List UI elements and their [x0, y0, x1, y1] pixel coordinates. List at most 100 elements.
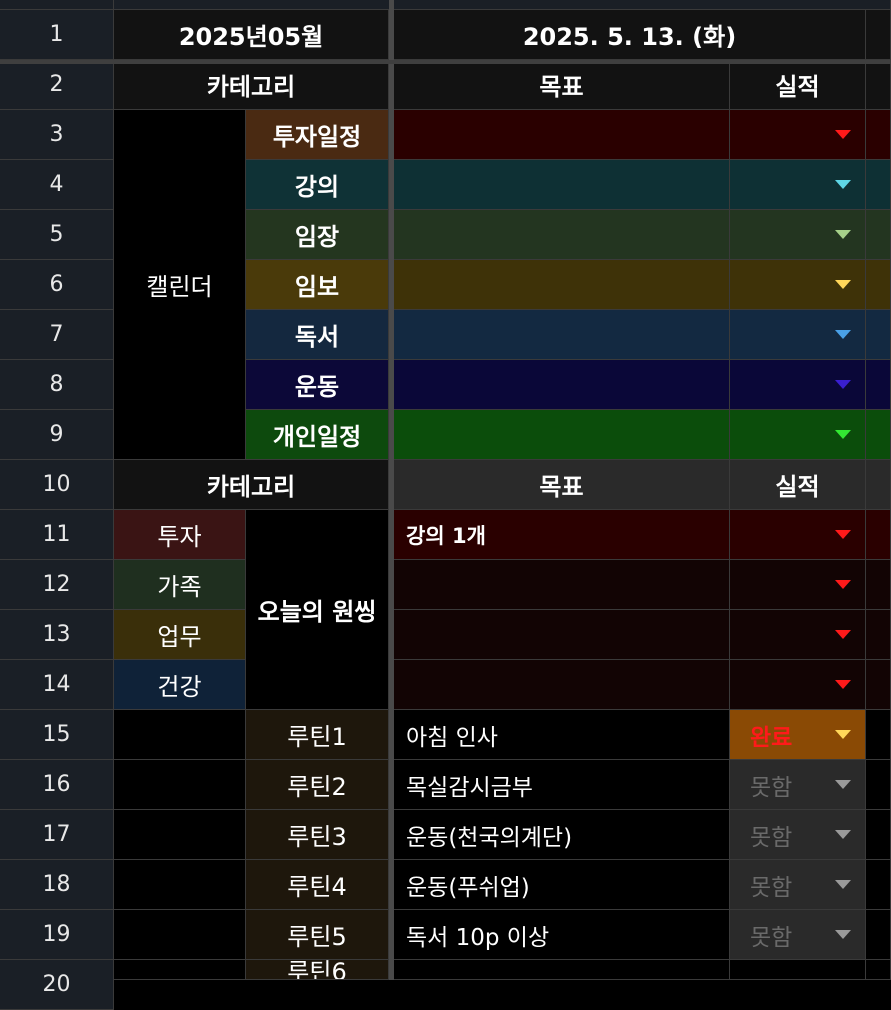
routine-goal-2[interactable]: 목실감시금부	[394, 760, 730, 810]
routine-overflow-5[interactable]	[866, 910, 891, 960]
one-thing-overflow-1[interactable]	[866, 510, 891, 560]
dropdown-arrow-icon[interactable]	[835, 730, 851, 739]
routine-status-dropdown-1[interactable]: 완료	[730, 710, 866, 760]
routine-empty-cell-5[interactable]	[114, 910, 246, 960]
calendar-goal-cell-4[interactable]	[394, 260, 730, 310]
calendar-category-2[interactable]: 강의	[246, 160, 389, 210]
dropdown-arrow-icon[interactable]	[835, 630, 851, 639]
routine-status-dropdown-4[interactable]: 못함	[730, 860, 866, 910]
row-number[interactable]: 16	[0, 760, 114, 810]
row-number[interactable]: 5	[0, 210, 114, 260]
calendar-goal-cell-1[interactable]	[394, 110, 730, 160]
row-number[interactable]: 2	[0, 60, 114, 110]
dropdown-arrow-icon[interactable]	[835, 680, 851, 689]
routine-empty-cell-3[interactable]	[114, 810, 246, 860]
dropdown-arrow-icon[interactable]	[835, 180, 851, 189]
calendar-result-dropdown-5[interactable]	[730, 310, 866, 360]
row-number[interactable]: 7	[0, 310, 114, 360]
row-number[interactable]: 12	[0, 560, 114, 610]
calendar-category-5[interactable]: 독서	[246, 310, 389, 360]
routine-label-6[interactable]: 루틴6	[246, 960, 389, 980]
calendar-goal-cell-3[interactable]	[394, 210, 730, 260]
calendar-result-dropdown-7[interactable]	[730, 410, 866, 460]
row-number[interactable]: 11	[0, 510, 114, 560]
dropdown-arrow-icon[interactable]	[835, 930, 851, 939]
one-thing-category-2[interactable]: 가족	[114, 560, 246, 610]
routine-empty-cell-4[interactable]	[114, 860, 246, 910]
month-cell[interactable]: 2025년05월	[114, 10, 389, 60]
calendar-overflow-cell-6[interactable]	[866, 360, 891, 410]
routine-overflow-1[interactable]	[866, 710, 891, 760]
row-number[interactable]: 15	[0, 710, 114, 760]
frozen-column-divider[interactable]	[389, 0, 394, 980]
calendar-category-7[interactable]: 개인일정	[246, 410, 389, 460]
routine-empty-cell-1[interactable]	[114, 710, 246, 760]
one-thing-category-4[interactable]: 건강	[114, 660, 246, 710]
calendar-result-dropdown-2[interactable]	[730, 160, 866, 210]
dropdown-arrow-icon[interactable]	[835, 530, 851, 539]
calendar-overflow-cell-7[interactable]	[866, 410, 891, 460]
calendar-category-3[interactable]: 임장	[246, 210, 389, 260]
routine-label-3[interactable]: 루틴3	[246, 810, 389, 860]
routine-empty-cell-6[interactable]	[114, 960, 246, 980]
calendar-group-label[interactable]: 캘린더	[114, 110, 246, 460]
dropdown-arrow-icon[interactable]	[835, 280, 851, 289]
row-number[interactable]: 18	[0, 860, 114, 910]
one-thing-result-dropdown-4[interactable]	[730, 660, 866, 710]
routine-status-empty-6[interactable]	[730, 960, 866, 980]
calendar-result-dropdown-1[interactable]	[730, 110, 866, 160]
routine-empty-cell-2[interactable]	[114, 760, 246, 810]
calendar-goal-cell-2[interactable]	[394, 160, 730, 210]
calendar-category-1[interactable]: 투자일정	[246, 110, 389, 160]
one-thing-overflow-3[interactable]	[866, 610, 891, 660]
row-number[interactable]: 4	[0, 160, 114, 210]
routine-overflow-3[interactable]	[866, 810, 891, 860]
routine-goal-1[interactable]: 아침 인사	[394, 710, 730, 760]
routine-overflow-2[interactable]	[866, 760, 891, 810]
dropdown-arrow-icon[interactable]	[835, 380, 851, 389]
routine-goal-3[interactable]: 운동(천국의계단)	[394, 810, 730, 860]
row-number[interactable]: 1	[0, 10, 114, 60]
row-number[interactable]: 14	[0, 660, 114, 710]
calendar-result-dropdown-3[interactable]	[730, 210, 866, 260]
calendar-result-dropdown-4[interactable]	[730, 260, 866, 310]
one-thing-goal-2[interactable]	[394, 560, 730, 610]
calendar-category-4[interactable]: 임보	[246, 260, 389, 310]
dropdown-arrow-icon[interactable]	[835, 230, 851, 239]
routine-status-dropdown-2[interactable]: 못함	[730, 760, 866, 810]
calendar-goal-cell-5[interactable]	[394, 310, 730, 360]
cell-r10-overflow[interactable]	[866, 460, 891, 510]
routine-overflow-4[interactable]	[866, 860, 891, 910]
calendar-overflow-cell-2[interactable]	[866, 160, 891, 210]
routine-status-dropdown-3[interactable]: 못함	[730, 810, 866, 860]
row-number[interactable]: 3	[0, 110, 114, 160]
dropdown-arrow-icon[interactable]	[835, 330, 851, 339]
category-header-2[interactable]: 카테고리	[114, 460, 389, 510]
calendar-category-6[interactable]: 운동	[246, 360, 389, 410]
dropdown-arrow-icon[interactable]	[835, 880, 851, 889]
row-number[interactable]: 8	[0, 360, 114, 410]
routine-label-5[interactable]: 루틴5	[246, 910, 389, 960]
cell-r1-overflow[interactable]	[866, 10, 891, 60]
one-thing-category-3[interactable]: 업무	[114, 610, 246, 660]
dropdown-arrow-icon[interactable]	[835, 780, 851, 789]
row-number[interactable]: 6	[0, 260, 114, 310]
calendar-overflow-cell-5[interactable]	[866, 310, 891, 360]
row-number[interactable]: 17	[0, 810, 114, 860]
one-thing-overflow-2[interactable]	[866, 560, 891, 610]
row-number[interactable]: 10	[0, 460, 114, 510]
row-number[interactable]: 13	[0, 610, 114, 660]
category-header[interactable]: 카테고리	[114, 60, 389, 110]
calendar-goal-cell-7[interactable]	[394, 410, 730, 460]
cell-r2-overflow[interactable]	[866, 60, 891, 110]
one-thing-goal-4[interactable]	[394, 660, 730, 710]
dropdown-arrow-icon[interactable]	[835, 430, 851, 439]
routine-overflow-6[interactable]	[866, 960, 891, 980]
calendar-result-dropdown-6[interactable]	[730, 360, 866, 410]
routine-label-4[interactable]: 루틴4	[246, 860, 389, 910]
one-thing-result-dropdown-2[interactable]	[730, 560, 866, 610]
calendar-goal-cell-6[interactable]	[394, 360, 730, 410]
row-number[interactable]: 19	[0, 910, 114, 960]
routine-label-2[interactable]: 루틴2	[246, 760, 389, 810]
calendar-overflow-cell-1[interactable]	[866, 110, 891, 160]
